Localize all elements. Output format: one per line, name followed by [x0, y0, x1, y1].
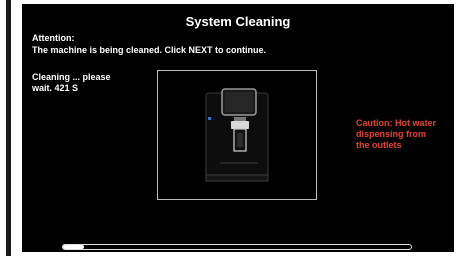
instruction-message: The machine is being cleaned. Click NEXT… [32, 45, 267, 55]
device-screen: System Cleaning Attention: The machine i… [22, 4, 454, 252]
caution-line-1: Caution: Hot water [356, 118, 436, 128]
machine-illustration [157, 70, 317, 200]
attention-label: Attention: [32, 33, 75, 43]
caution-line-2: dispensing from [356, 129, 427, 139]
caution-line-3: the outlets [356, 140, 402, 150]
bezel-strip [6, 0, 11, 256]
progress-fill [63, 245, 84, 249]
device-bezel [0, 0, 16, 256]
status-line-2: wait. 421 S [32, 83, 79, 93]
cleaning-progress-bar [62, 244, 412, 250]
cleaning-status: Cleaning ... please wait. 421 S [32, 72, 152, 94]
status-line-1: Cleaning ... please [32, 72, 111, 82]
caution-warning: Caution: Hot water dispensing from the o… [356, 118, 446, 151]
coffee-machine-icon [205, 88, 269, 182]
page-title: System Cleaning [185, 14, 291, 29]
